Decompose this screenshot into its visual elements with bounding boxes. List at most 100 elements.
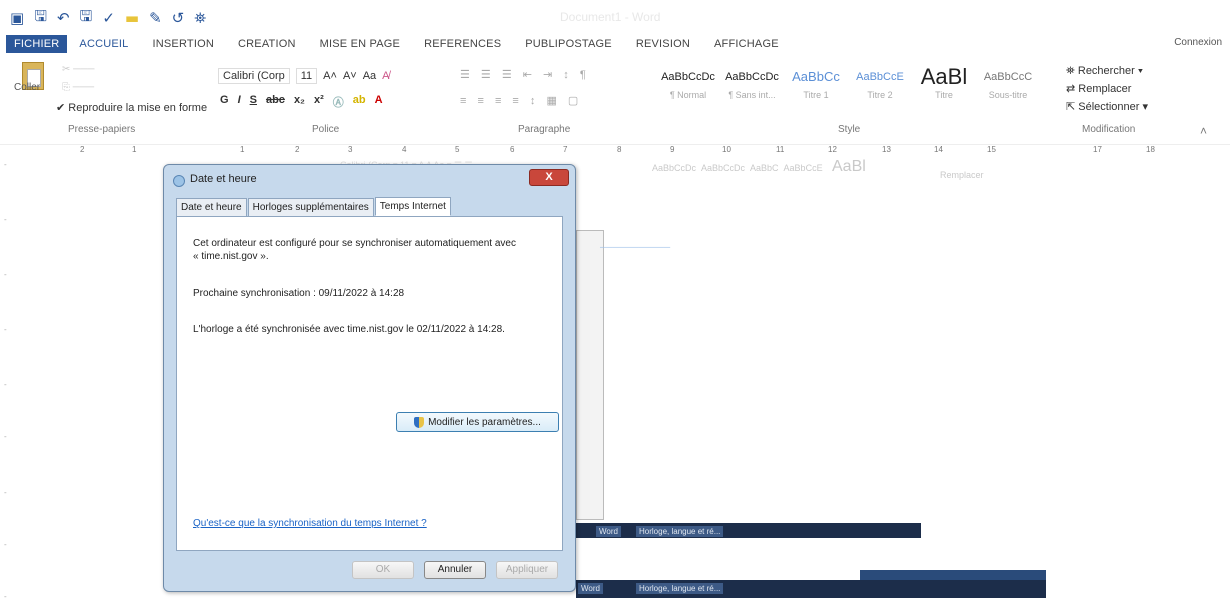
group-label-styles: Style [838, 124, 861, 135]
copy-button[interactable]: ⎘ ─── [62, 82, 94, 93]
grow-font-icon[interactable]: A˄ [323, 70, 337, 82]
dialog-titlebar[interactable]: Date et heure X [164, 165, 575, 193]
ruler-tick: 8 [617, 145, 622, 154]
undo-icon[interactable]: ↶ [57, 9, 70, 27]
ribbon-tabs: FICHIER ACCUEIL INSERTION CREATION MISE … [0, 34, 1230, 54]
dialog-footer: OK Annuler Appliquer [164, 557, 575, 587]
ruler-tick: 3 [348, 145, 353, 154]
shield-icon [414, 416, 425, 428]
ruler-tick: 10 [722, 145, 731, 154]
highlight-icon[interactable]: ▬ [125, 9, 139, 27]
replace-label: Remplacer [1078, 83, 1132, 95]
change-case-icon[interactable]: Aa [363, 70, 376, 82]
sync-description-line1: Cet ordinateur est configuré pour se syn… [193, 238, 516, 249]
close-button[interactable]: X [529, 169, 569, 186]
font-color-icon[interactable]: A [375, 94, 383, 110]
style-name: ¶ Sans int... [728, 90, 776, 100]
tab-revision[interactable]: REVISION [624, 38, 702, 50]
tab-fichier[interactable]: FICHIER [6, 35, 68, 53]
save-as-icon[interactable]: 🖫 [80, 6, 93, 31]
style-sample: AaBbCcDc [725, 71, 779, 83]
ruler-tick: 1 [240, 145, 245, 154]
cancel-button[interactable]: Annuler [424, 561, 486, 579]
format-row: G I S abc x₂ x² Ⓐ ab A [220, 94, 383, 110]
taskbar-item: Word [596, 526, 621, 537]
ghost-taskbar-1: Word Horloge, langue et ré... [576, 523, 921, 538]
dialog-title: Date et heure [190, 173, 257, 185]
binoculars-icon[interactable]: ⛯ [194, 9, 206, 27]
font-name-select[interactable]: Calibri (Corp [218, 68, 290, 84]
change-settings-label: Modifier les paramètres... [428, 416, 541, 428]
tab-date-time[interactable]: Date et heure [176, 198, 247, 217]
refresh-icon[interactable]: ↺ [172, 9, 185, 27]
subscript-icon[interactable]: x₂ [294, 94, 305, 110]
style-subtitle[interactable]: AaBbCcC Sous-titre [980, 66, 1036, 100]
ruler-tick: 11 [776, 145, 785, 154]
style-sample: AaBbCcC [983, 71, 1033, 83]
replace-button[interactable]: ⇄ Remplacer [1066, 80, 1148, 98]
shrink-font-icon[interactable]: A˅ [343, 70, 357, 82]
style-heading-2[interactable]: AaBbCcE Titre 2 [852, 66, 908, 100]
tab-affichage[interactable]: AFFICHAGE [702, 38, 791, 50]
style-heading-1[interactable]: AaBbCc Titre 1 [788, 66, 844, 100]
paint-icon[interactable]: ✎ [149, 9, 162, 27]
quick-access-toolbar: ▣ 🖫 ↶ 🖫 ✓ ▬ ✎ ↺ ⛯ [10, 6, 206, 30]
ghost-editing: Remplacer [940, 170, 984, 180]
ghost-styles: AaBbCcDc AaBbCcDc AaBbC AaBbCcE [652, 163, 823, 173]
underline-icon[interactable]: S [250, 94, 257, 110]
cursor-icon: ⇱ [1066, 101, 1076, 113]
tab-publipostage[interactable]: PUBLIPOSTAGE [513, 38, 624, 50]
find-button[interactable]: ⛯ Rechercher ▾ [1066, 62, 1148, 80]
ruler-tick: 9 [670, 145, 675, 154]
paragraph-tools-row2[interactable]: ≡ ≡ ≡ ≡ ↕ ▦ ▢ [460, 94, 582, 107]
replace-icon: ⇄ [1066, 83, 1076, 95]
tab-references[interactable]: REFERENCES [412, 38, 513, 50]
ruler-tick: 1 [132, 145, 137, 154]
italic-icon[interactable]: I [238, 94, 241, 110]
cut-button[interactable]: ✂ ─── [62, 64, 94, 75]
spelling-icon[interactable]: ✓ [102, 9, 115, 27]
ruler-tick: 15 [987, 145, 996, 154]
tab-internet-time[interactable]: Temps Internet [374, 197, 451, 216]
save-icon[interactable]: 🖫 [34, 6, 47, 31]
font-row: Calibri (Corp 11 A˄ A˅ Aa A̸ [218, 68, 390, 84]
font-size-select[interactable]: 11 [295, 68, 318, 84]
ghost-link: ─────────── [600, 242, 671, 252]
tab-creation[interactable]: CREATION [226, 38, 308, 50]
ruler-tick: 6 [510, 145, 515, 154]
style-normal[interactable]: AaBbCcDc ¶ Normal [660, 66, 716, 100]
ruler-tick: 5 [455, 145, 460, 154]
group-label-editing: Modification [1082, 124, 1136, 135]
strikethrough-icon[interactable]: abc [266, 94, 285, 110]
clear-format-icon[interactable]: A̸ [382, 70, 389, 82]
collapse-ribbon-icon[interactable]: ˄ [1200, 124, 1207, 138]
account-link[interactable]: Connexion [1174, 37, 1222, 48]
ok-button[interactable]: OK [352, 561, 414, 579]
select-button[interactable]: ⇱ Sélectionner ▾ [1066, 98, 1148, 116]
last-sync-text: L'horloge a été synchronisée avec time.n… [193, 324, 505, 335]
binoculars-icon: ⛯ [1066, 65, 1075, 77]
group-label-paragraph: Paragraphe [518, 124, 571, 135]
paste-button[interactable]: Coller [14, 82, 40, 93]
tab-accueil[interactable]: ACCUEIL [67, 38, 140, 50]
internet-time-panel: Cet ordinateur est configuré pour se syn… [176, 216, 563, 551]
bold-icon[interactable]: G [220, 94, 229, 110]
word-icon[interactable]: ▣ [10, 9, 24, 27]
highlight-color-icon[interactable]: ab [353, 94, 366, 110]
format-painter-button[interactable]: ✔ Reproduire la mise en forme [56, 101, 207, 114]
ruler-tick: 2 [80, 145, 85, 154]
change-settings-button[interactable]: Modifier les paramètres... [396, 412, 559, 432]
style-title[interactable]: AaBl Titre [916, 66, 972, 101]
taskbar-item: Horloge, langue et ré... [636, 583, 724, 594]
tab-mise-en-page[interactable]: MISE EN PAGE [308, 38, 412, 50]
tab-insertion[interactable]: INSERTION [141, 38, 227, 50]
paragraph-tools-row1[interactable]: ☰ ☰ ☰ ⇤ ⇥ ↕ ¶ [460, 68, 590, 81]
tab-additional-clocks[interactable]: Horloges supplémentaires [247, 198, 374, 217]
superscript-icon[interactable]: x² [314, 94, 324, 110]
style-no-spacing[interactable]: AaBbCcDc ¶ Sans int... [724, 66, 780, 100]
text-effects-icon[interactable]: Ⓐ [333, 94, 344, 110]
help-link[interactable]: Qu'est-ce que la synchronisation du temp… [193, 518, 427, 529]
sync-description-line2: « time.nist.gov ». [193, 251, 269, 262]
apply-button[interactable]: Appliquer [496, 561, 558, 579]
ruler-tick: 17 [1093, 145, 1102, 154]
